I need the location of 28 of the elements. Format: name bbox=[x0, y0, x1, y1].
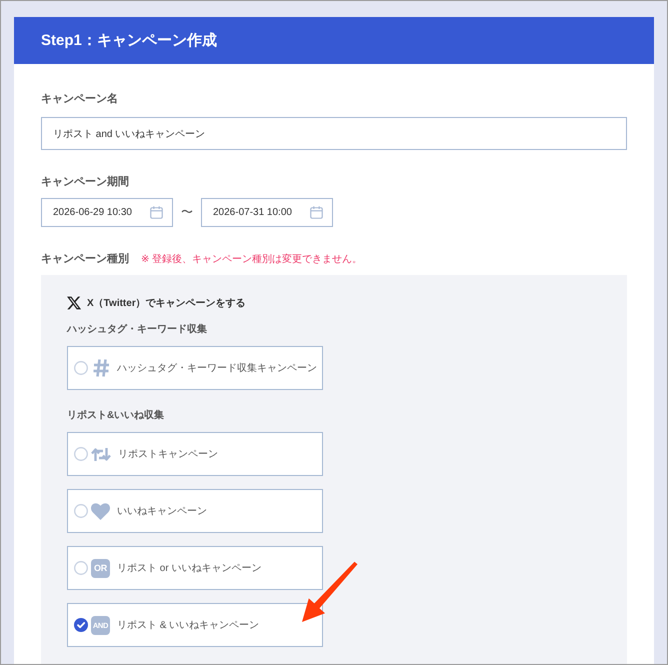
x-logo-icon bbox=[67, 296, 81, 310]
heart-icon bbox=[91, 502, 110, 520]
radio-option[interactable]: リポストキャンペーン bbox=[67, 432, 323, 476]
field-label: キャンペーン期間 bbox=[41, 175, 129, 189]
radio-option[interactable]: いいねキャンペーン bbox=[67, 489, 323, 533]
radio-button[interactable] bbox=[74, 618, 88, 632]
page-title: Step1：キャンペーン作成 bbox=[41, 32, 217, 50]
calendar-icon bbox=[150, 206, 163, 219]
platform-title: X（Twitter）でキャンペーンをする bbox=[87, 297, 246, 310]
group-heading: ハッシュタグ・キーワード収集 bbox=[67, 324, 207, 336]
calendar-icon bbox=[310, 206, 323, 219]
radio-button[interactable] bbox=[74, 561, 88, 575]
group-heading: リポスト&いいね収集 bbox=[67, 410, 164, 422]
radio-button[interactable] bbox=[74, 447, 88, 461]
operator-badge: OR bbox=[91, 558, 110, 578]
radio-option[interactable]: OR リポスト or いいねキャンペーン bbox=[67, 546, 323, 590]
radio-button[interactable] bbox=[74, 504, 88, 518]
repost-icon bbox=[91, 446, 111, 462]
field-label: キャンペーン名 bbox=[41, 92, 118, 106]
field-label: キャンペーン種別 bbox=[41, 252, 129, 266]
hashtag-icon bbox=[93, 359, 110, 377]
range-separator: 〜 bbox=[181, 204, 193, 221]
radio-option[interactable]: ハッシュタグ・キーワード収集キャンペーン bbox=[67, 346, 323, 390]
date-field[interactable]: 2026-07-31 10:00 bbox=[201, 198, 333, 227]
warning-note: ※ 登録後、キャンペーン種別は変更できません。 bbox=[141, 252, 362, 266]
radio-button[interactable] bbox=[74, 361, 88, 375]
date-field[interactable]: 2026-06-29 10:30 bbox=[41, 198, 173, 227]
input-field[interactable]: リポスト and いいねキャンペーン bbox=[41, 117, 627, 150]
